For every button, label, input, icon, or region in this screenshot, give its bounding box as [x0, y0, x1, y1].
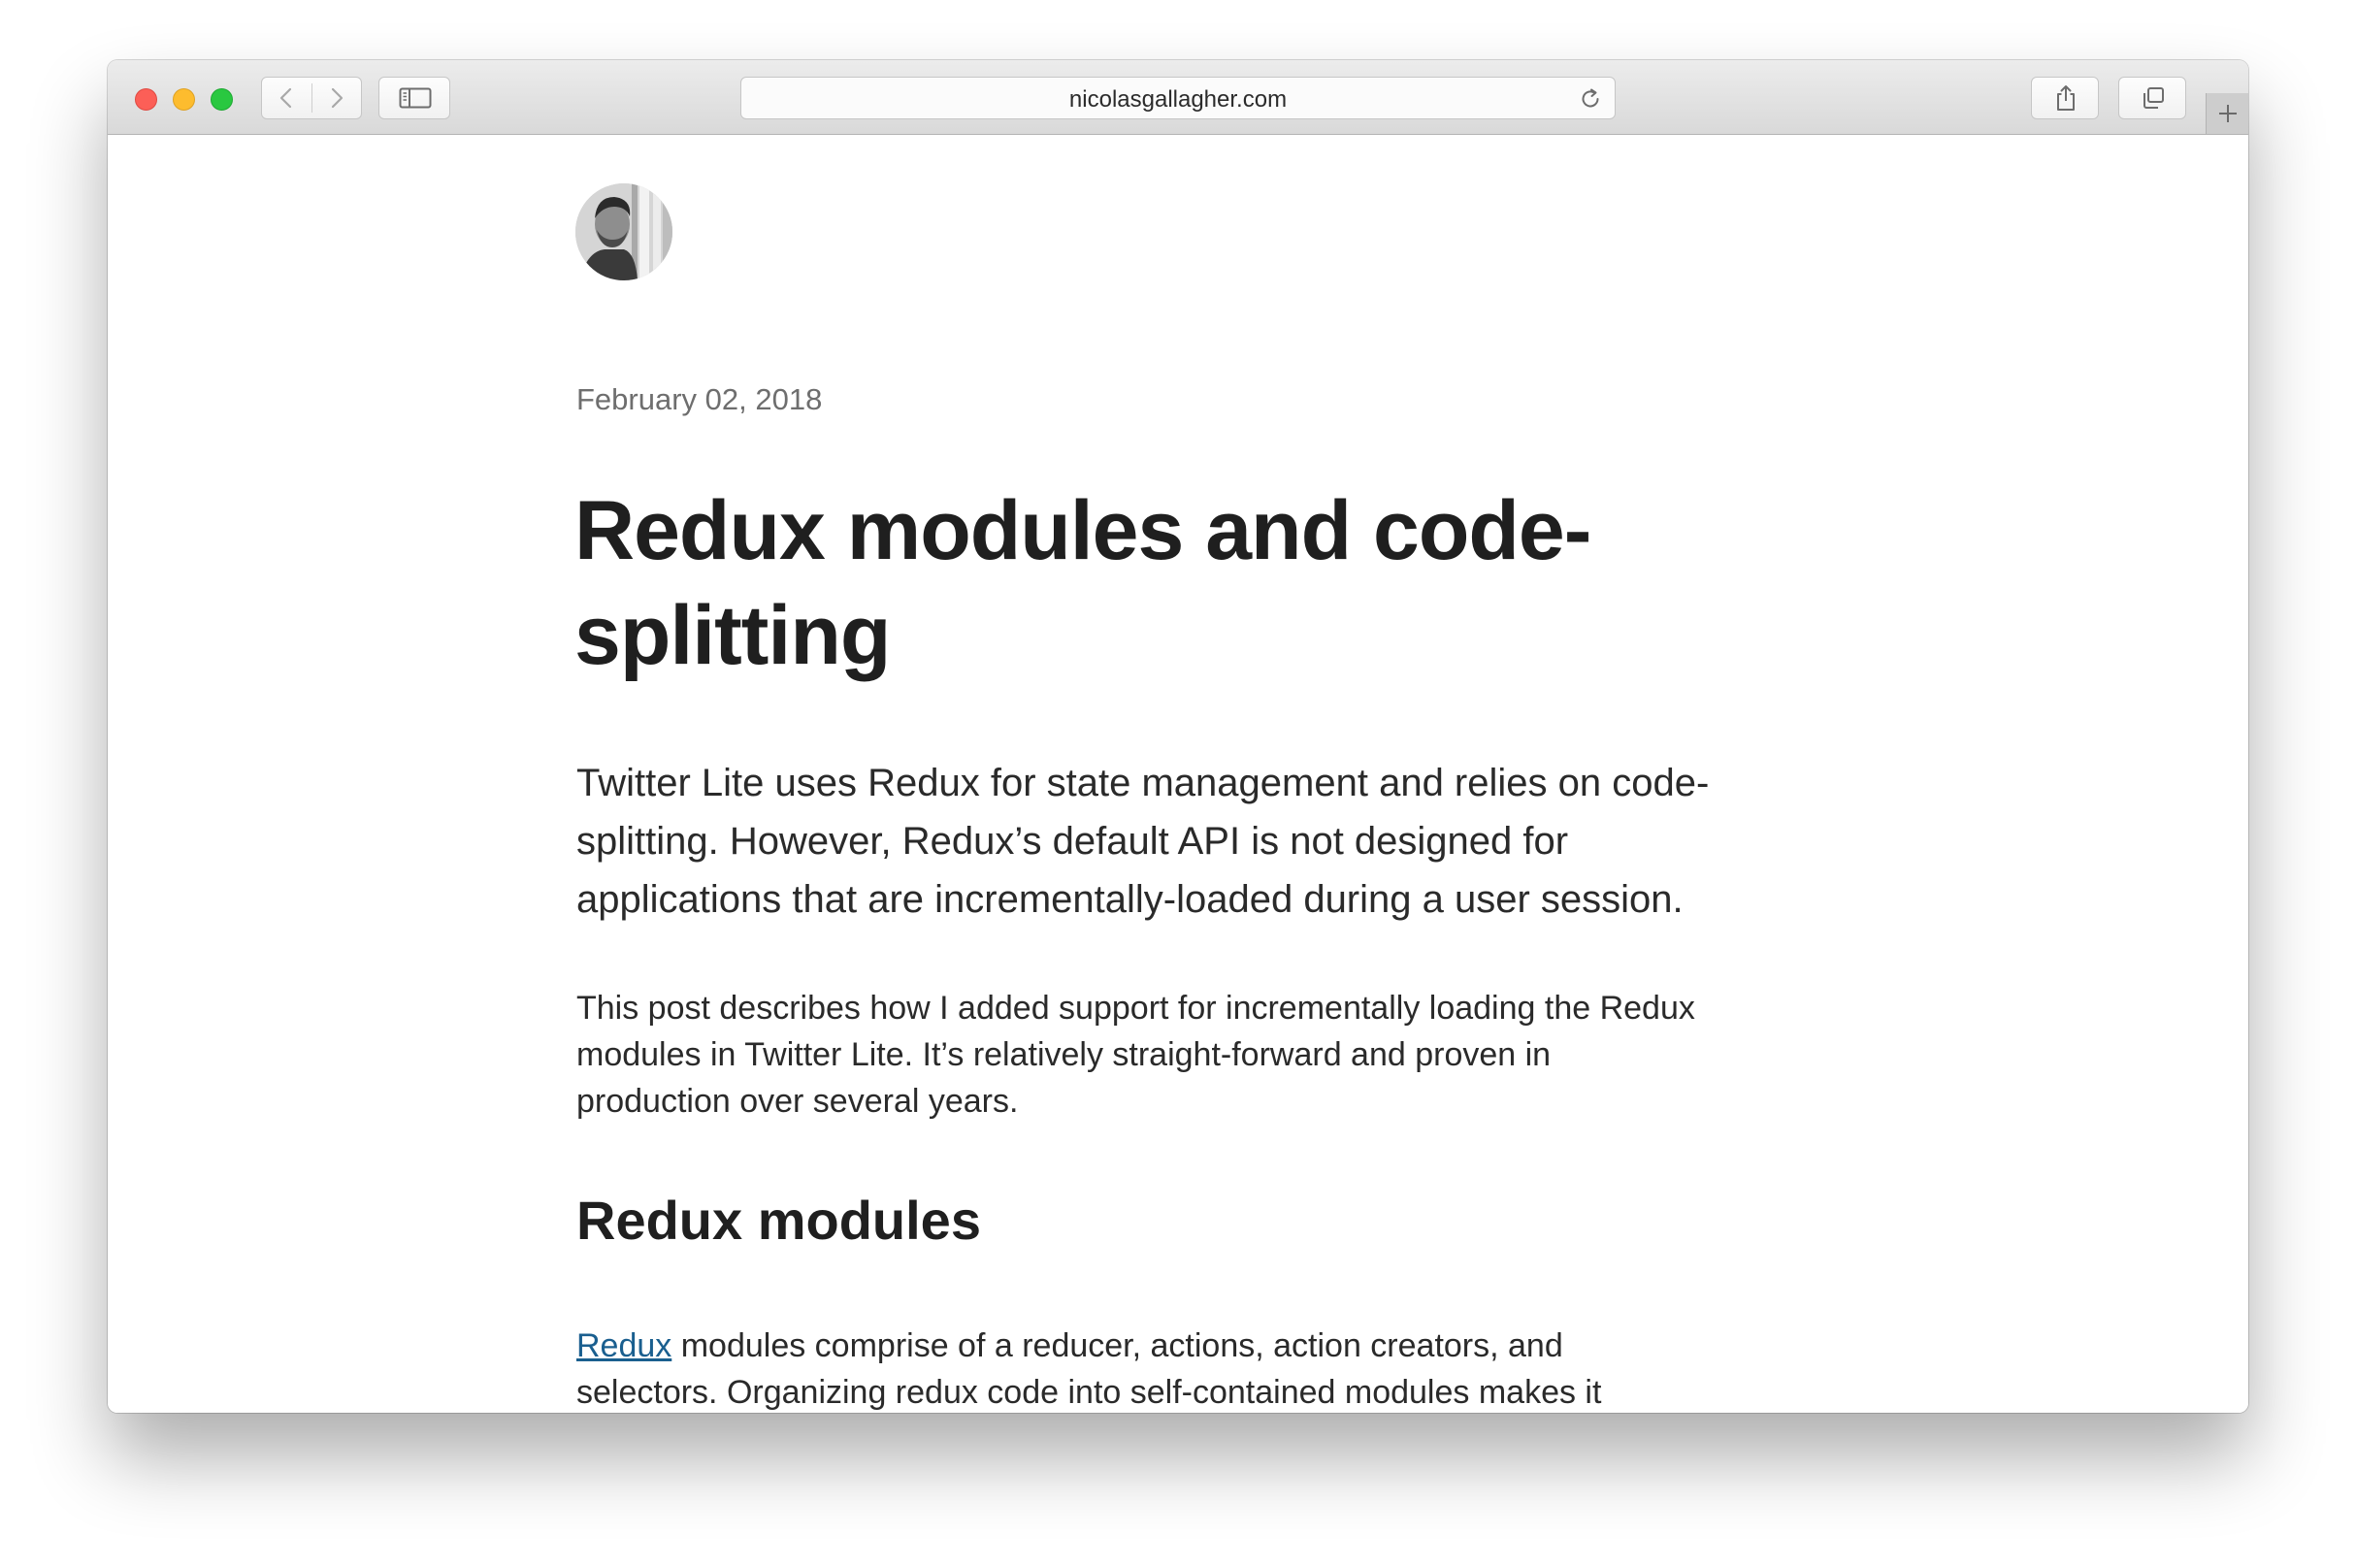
browser-toolbar: nicolasgallagher.com: [108, 60, 2248, 135]
lead-line: applications that are incrementally-load…: [576, 878, 1684, 921]
post-title: Redux modules and code-splitting: [574, 478, 1836, 688]
body-paragraph-2: Redux modules comprise of a reducer, act…: [576, 1323, 1780, 1413]
back-button[interactable]: [262, 78, 311, 118]
plus-icon: [2219, 105, 2237, 122]
share-button[interactable]: [2031, 77, 2099, 119]
chevron-left-icon: [279, 87, 292, 109]
tabs-icon: [2143, 87, 2164, 109]
minimize-window-button[interactable]: [173, 88, 195, 111]
page-content: February 02, 2018 Redux modules and code…: [108, 135, 2248, 1413]
browser-window: nicolasgallagher.com February 02, 2018 R…: [108, 60, 2248, 1413]
post-title-line-2: splitting: [574, 589, 891, 682]
lead-line: Twitter Lite uses Redux for state manage…: [576, 762, 1710, 804]
sidebar-toggle-button[interactable]: [378, 77, 450, 119]
post-title-line-1: Redux modules and code-: [574, 484, 1591, 577]
address-url: nicolasgallagher.com: [1068, 86, 1288, 113]
chevron-right-icon: [331, 87, 344, 109]
reload-icon[interactable]: [1578, 86, 1603, 112]
author-photo: [575, 183, 672, 280]
address-bar[interactable]: nicolasgallagher.com: [740, 77, 1616, 119]
section-heading: Redux modules: [576, 1190, 981, 1251]
forward-button[interactable]: [312, 78, 362, 118]
post-date: February 02, 2018: [576, 382, 823, 416]
paragraph-line: production over several years.: [576, 1083, 1019, 1120]
close-window-button[interactable]: [135, 88, 157, 111]
redux-link[interactable]: Redux: [576, 1327, 671, 1364]
new-tab-button[interactable]: [2206, 93, 2248, 134]
lead-paragraph: Twitter Lite uses Redux for state manage…: [576, 754, 1848, 929]
paragraph-line: modules in Twitter Lite. It’s relatively…: [576, 1036, 1552, 1073]
show-all-tabs-button[interactable]: [2118, 77, 2186, 119]
navigation-button-group: [261, 77, 362, 119]
body-paragraph: This post describes how I added support …: [576, 985, 1848, 1125]
lead-line: splitting. However, Redux’s default API …: [576, 820, 1569, 863]
sidebar-icon: [399, 87, 432, 109]
author-avatar[interactable]: [575, 183, 672, 280]
share-icon: [2057, 85, 2075, 111]
paragraph-text: modules comprise of a reducer, actions, …: [671, 1327, 1563, 1364]
paragraph-line: selectors. Organizing redux code into se…: [576, 1374, 1602, 1411]
paragraph-line: This post describes how I added support …: [576, 990, 1695, 1027]
zoom-window-button[interactable]: [211, 88, 233, 111]
